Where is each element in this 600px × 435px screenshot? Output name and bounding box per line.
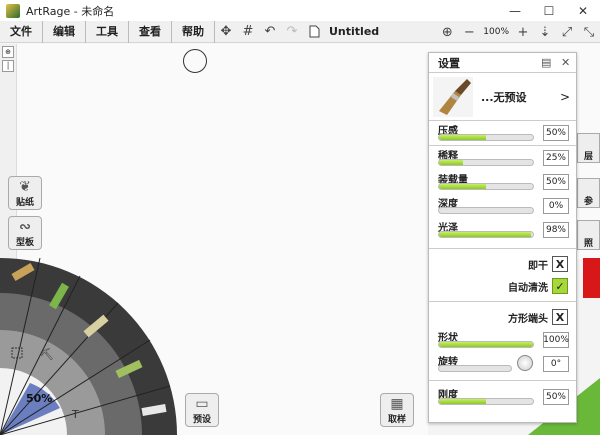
layers-tab[interactable]: 层 bbox=[577, 133, 600, 163]
pressure-slider[interactable]: 压感 50% bbox=[429, 121, 576, 145]
document-icon bbox=[303, 21, 325, 43]
brush-preset-icon bbox=[433, 76, 473, 117]
app-icon bbox=[6, 3, 20, 18]
shape-fill bbox=[439, 342, 533, 347]
menu-help[interactable]: 帮助 bbox=[172, 20, 215, 43]
auto-clean-label: 自动清洗 bbox=[508, 283, 548, 294]
stencil-label: 型板 bbox=[15, 238, 34, 248]
loading-slider[interactable]: 装载量 50% bbox=[429, 170, 576, 194]
minimize-button[interactable]: — bbox=[498, 0, 532, 21]
gloss-slider[interactable]: 光泽 98% bbox=[429, 218, 576, 242]
zoom-level[interactable]: 100% bbox=[483, 27, 509, 37]
sampler-label: 取样 bbox=[387, 415, 406, 425]
reference-tab[interactable]: 参 bbox=[577, 178, 600, 208]
presets-label: 预设 bbox=[192, 415, 211, 425]
preset-selector[interactable]: ...无预设 > bbox=[429, 73, 576, 121]
stencil-icon: ∾ bbox=[19, 219, 31, 235]
pressure-value[interactable]: 50% bbox=[543, 125, 569, 141]
canvas-settings-icon[interactable]: ⊕ bbox=[436, 21, 458, 43]
presets-button[interactable]: ▭ 预设 bbox=[185, 393, 219, 427]
shape-value[interactable]: 100% bbox=[543, 332, 569, 348]
close-panel-icon[interactable]: ⤡ bbox=[578, 21, 600, 43]
sticker-button[interactable]: ❦ 贴纸 bbox=[8, 176, 42, 210]
settings-title: 设置 bbox=[438, 56, 460, 70]
thinners-fill bbox=[439, 160, 463, 165]
menu-edit[interactable]: 编辑 bbox=[43, 20, 86, 43]
window-title: ArtRage - 未命名 bbox=[26, 4, 115, 18]
undo-icon[interactable]: ↶ bbox=[259, 21, 281, 43]
close-button[interactable]: ✕ bbox=[566, 0, 600, 21]
thinners-slider[interactable]: 稀释 25% bbox=[429, 146, 576, 170]
depth-value[interactable]: 0% bbox=[543, 198, 569, 214]
zoom-in-button[interactable]: + bbox=[512, 21, 534, 43]
instant-dry-checkbox[interactable]: X bbox=[552, 256, 568, 272]
instant-dry-toggle[interactable]: 即干 X bbox=[429, 253, 576, 275]
folder-icon: ▭ bbox=[195, 396, 209, 412]
redo-icon[interactable]: ↷ bbox=[281, 21, 303, 43]
auto-clean-checkbox[interactable]: ✓ bbox=[552, 278, 568, 294]
depth-slider[interactable]: 深度 0% bbox=[429, 194, 576, 218]
maximize-button[interactable]: ☐ bbox=[532, 0, 566, 21]
zoom-percent: 50% bbox=[26, 392, 53, 405]
brush-cursor bbox=[183, 49, 207, 73]
move-icon[interactable]: ✥ bbox=[215, 21, 237, 43]
rotation-value[interactable]: 0° bbox=[543, 356, 569, 372]
menu-file[interactable]: 文件 bbox=[0, 20, 43, 43]
preset-name: ...无预设 bbox=[481, 90, 527, 104]
stiffness-fill bbox=[439, 399, 486, 404]
swatches-icon: ▦ bbox=[390, 396, 404, 412]
menu-tools[interactable]: 工具 bbox=[86, 20, 129, 43]
tracing-tab[interactable]: 照 bbox=[577, 220, 600, 250]
zoom-out-button[interactable]: − bbox=[458, 21, 480, 43]
instant-dry-label: 即干 bbox=[528, 261, 548, 272]
fill-tool-icon[interactable]: ⛏ bbox=[40, 348, 54, 361]
document-title: Untitled bbox=[329, 25, 380, 38]
loading-value[interactable]: 50% bbox=[543, 174, 569, 190]
stiffness-slider[interactable]: 刚度 50% bbox=[429, 385, 576, 409]
rotation-knob[interactable] bbox=[517, 355, 533, 371]
fullscreen-icon[interactable]: ⤢ bbox=[556, 21, 578, 43]
square-head-toggle[interactable]: 方形端头 X bbox=[429, 306, 576, 328]
menu-view[interactable]: 查看 bbox=[129, 20, 172, 43]
menu-bar: 文件 编辑 工具 查看 帮助 ✥ # ↶ ↷ Untitled ⊕ − 100%… bbox=[0, 20, 600, 43]
pressure-fill bbox=[439, 135, 486, 140]
tracing-icon[interactable]: ⊕ bbox=[2, 46, 14, 58]
tool-wheel[interactable]: ⛏ T bbox=[0, 258, 178, 435]
settings-panel: 设置 ▤ ✕ ...无预设 > 压感 50% 稀释 25% 装载量 50% 深度… bbox=[428, 52, 577, 423]
loading-fill bbox=[439, 184, 486, 189]
sampler-button[interactable]: ▦ 取样 bbox=[380, 393, 414, 427]
sticker-icon: ❦ bbox=[19, 179, 31, 195]
square-head-checkbox[interactable]: X bbox=[552, 309, 568, 325]
gloss-value[interactable]: 98% bbox=[543, 222, 569, 238]
thinners-value[interactable]: 25% bbox=[543, 150, 569, 166]
text-tool-icon[interactable]: T bbox=[71, 408, 79, 421]
square-head-label: 方形端头 bbox=[508, 314, 548, 325]
save-preset-icon[interactable]: ▤ bbox=[541, 56, 551, 69]
sticker-label: 贴纸 bbox=[15, 198, 34, 208]
auto-clean-toggle[interactable]: 自动清洗 ✓ bbox=[429, 275, 576, 297]
preset-arrow-icon[interactable]: > bbox=[560, 90, 570, 104]
pin-icon[interactable]: ⇣ bbox=[534, 21, 556, 43]
close-settings-icon[interactable]: ✕ bbox=[561, 56, 570, 69]
title-bar: ArtRage - 未命名 — ☐ ✕ bbox=[0, 0, 600, 21]
rotation-slider[interactable]: 旋转 0° bbox=[429, 352, 576, 376]
settings-header: 设置 ▤ ✕ bbox=[429, 53, 576, 73]
shape-slider[interactable]: 形状 100% bbox=[429, 328, 576, 352]
ruler-icon[interactable]: │ bbox=[2, 60, 14, 72]
stencil-button[interactable]: ∾ 型板 bbox=[8, 216, 42, 250]
stiffness-value[interactable]: 50% bbox=[543, 389, 569, 405]
grid-icon[interactable]: # bbox=[237, 21, 259, 43]
gloss-fill bbox=[439, 232, 532, 237]
